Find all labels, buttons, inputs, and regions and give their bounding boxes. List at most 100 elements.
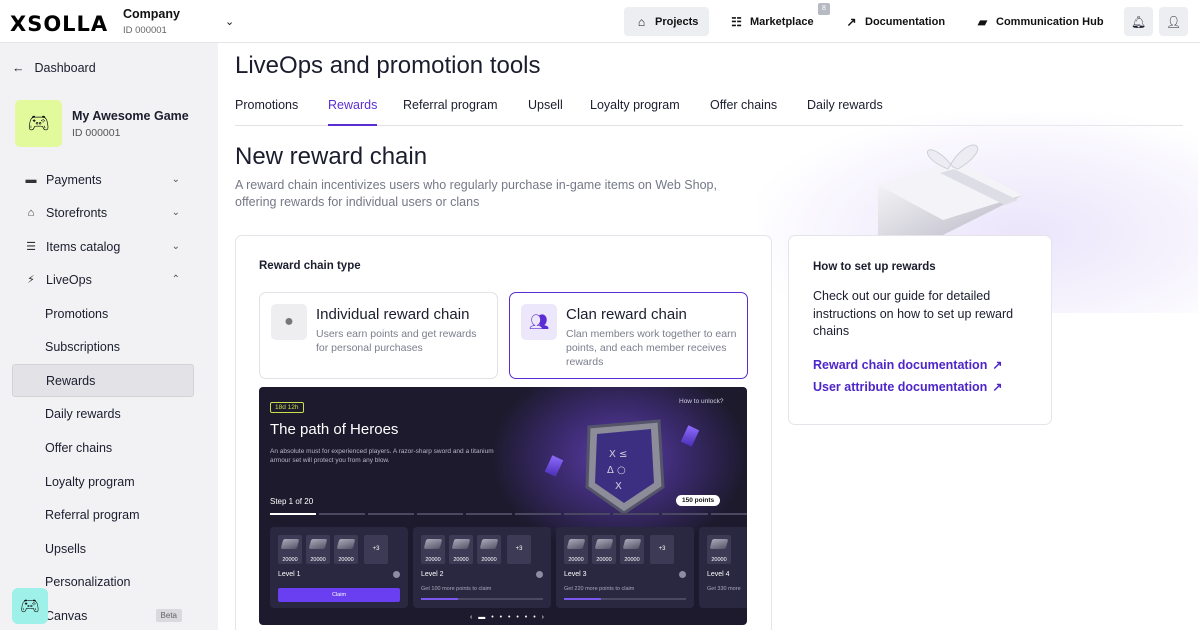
chat-icon: ▰ <box>977 14 988 29</box>
sidebar-item-label: LiveOps <box>46 272 92 287</box>
help-description: Check out our guide for detailed instruc… <box>813 289 1014 338</box>
info-icon[interactable] <box>393 571 400 578</box>
more-rewards: +3 <box>507 535 531 564</box>
back-to-dashboard-link[interactable]: ← Dashboard <box>12 61 96 75</box>
marketplace-button[interactable]: ☷ Marketplace <box>719 7 825 36</box>
user-icon: 👤︎ <box>1165 14 1182 29</box>
reward-slot: 20000 <box>306 535 330 564</box>
sidebar-item-upsells[interactable]: Upsells <box>12 532 194 565</box>
marketplace-badge: 8 <box>818 3 830 15</box>
sidebar-item-subscriptions[interactable]: Subscriptions <box>12 330 194 363</box>
option-description: Users earn points and get rewards for pe… <box>316 328 477 354</box>
tab-promotions[interactable]: Promotions <box>235 98 298 126</box>
sidebar-item-rewards[interactable]: Rewards <box>12 364 194 397</box>
documentation-label: Documentation <box>865 15 946 28</box>
reward-slot: 20000 <box>278 535 302 564</box>
progress-segment <box>368 513 414 515</box>
company-switcher[interactable]: Company ID 000001 ⌄ <box>123 7 243 39</box>
level-name: Level 4 <box>707 571 730 578</box>
progress-segment <box>711 513 747 515</box>
level-name: Level 1 <box>278 571 301 578</box>
reward-slot: 20000 <box>449 535 473 564</box>
communication-hub-label: Communication Hub <box>996 15 1104 28</box>
chevron-down-icon: ⌄ <box>171 241 180 252</box>
sidebar-item-storefronts[interactable]: ⌂ Storefronts ⌄ <box>12 196 194 229</box>
preview-title: The path of Heroes <box>270 421 399 438</box>
how-to-unlock-link[interactable]: How to unlock? <box>679 398 723 405</box>
main-content: LiveOps and promotion tools Promotions R… <box>218 43 1200 630</box>
sidebar-item-promotions[interactable]: Promotions <box>12 297 194 330</box>
individual-reward-chain-option[interactable]: ● Individual reward chain Users earn poi… <box>259 292 498 379</box>
projects-button[interactable]: ⌂ Projects <box>624 7 710 36</box>
sidebar-item-loyalty-program[interactable]: Loyalty program <box>12 465 194 498</box>
section-title: New reward chain <box>235 143 428 170</box>
carousel-pager[interactable]: ‹ ▬ • • • • • • › <box>470 614 546 621</box>
more-rewards: +3 <box>364 535 388 564</box>
assistant-button[interactable]: 🎮︎ <box>12 588 48 624</box>
home-icon: ⌂ <box>637 14 646 29</box>
sword-icon <box>280 539 300 549</box>
profile-button[interactable]: 👤︎ <box>1159 7 1188 36</box>
level-progress-fill <box>421 598 458 600</box>
chevron-down-icon: ⌄ <box>171 174 180 185</box>
sidebar-item-items-catalog[interactable]: ☰ Items catalog ⌄ <box>12 230 194 263</box>
sidebar-item-offer-chains[interactable]: Offer chains <box>12 431 194 464</box>
info-icon[interactable] <box>679 571 686 578</box>
progress-segment <box>515 513 561 515</box>
users-plus-icon: 👥︎ <box>521 304 557 340</box>
level-progress-bar <box>421 598 543 600</box>
game-id: ID 000001 <box>72 127 121 139</box>
reward-amount: 20000 <box>425 557 441 563</box>
sidebar-item-referral-program[interactable]: Referral program <box>12 498 194 531</box>
step-label: Step 1 of 20 <box>270 497 314 506</box>
game-selector[interactable]: 🎮︎ My Awesome Game ID 000001 <box>15 99 200 147</box>
sidebar-item-daily-rewards[interactable]: Daily rewards <box>12 397 194 430</box>
tab-referral-program[interactable]: Referral program <box>403 98 497 126</box>
tab-loyalty-program[interactable]: Loyalty program <box>590 98 680 126</box>
link-label: User attribute documentation <box>813 380 988 394</box>
reward-amount: 20000 <box>624 557 640 563</box>
level-card-3: 20000 20000 20000 +3 Level 3 Get 220 mor… <box>556 527 694 608</box>
reward-amount: 20000 <box>481 557 497 563</box>
help-title: How to set up rewards <box>813 261 936 273</box>
info-icon[interactable] <box>536 571 543 578</box>
claim-button[interactable]: Claim <box>278 588 400 602</box>
svg-text:Δ ○: Δ ○ <box>607 465 626 476</box>
top-bar: XSOLLA Company ID 000001 ⌄ ⌂ Projects ☷ … <box>0 0 1200 43</box>
reward-amount: 20000 <box>310 557 326 563</box>
tab-upsell[interactable]: Upsell <box>528 98 563 126</box>
progress-segment <box>466 513 512 515</box>
level-card-4: 20000 Level 4 Get 330 more <box>699 527 747 608</box>
progress-segment <box>417 513 463 515</box>
clan-reward-chain-option[interactable]: 👥︎ Clan reward chain Clan members work t… <box>509 292 748 379</box>
svg-text:X: X <box>615 481 622 492</box>
reward-amount: 20000 <box>568 557 584 563</box>
notifications-button[interactable]: 🔔︎ <box>1124 7 1153 36</box>
chevron-down-icon: ⌄ <box>171 207 180 218</box>
documentation-button[interactable]: ↗ Documentation <box>834 7 956 36</box>
communication-hub-button[interactable]: ▰ Communication Hub <box>965 7 1115 36</box>
level-progress-note: Get 220 more points to claim <box>564 586 635 592</box>
sidebar-item-label: Items catalog <box>46 239 121 254</box>
user-attribute-documentation-link[interactable]: User attribute documentation ↗ <box>813 380 1002 394</box>
points-badge: 150 points <box>676 495 721 506</box>
arrow-left-icon: ← <box>12 61 25 75</box>
sidebar-item-payments[interactable]: ▬ Payments ⌄ <box>12 163 194 196</box>
reward-chain-documentation-link[interactable]: Reward chain documentation ↗ <box>813 358 1002 372</box>
user-icon: ● <box>271 304 307 340</box>
sword-icon <box>566 539 586 549</box>
tab-rewards[interactable]: Rewards <box>328 98 378 126</box>
reward-slot: 20000 <box>334 535 358 564</box>
level-card-2: 20000 20000 20000 +3 Level 2 Get 100 mor… <box>413 527 551 608</box>
sidebar-item-liveops[interactable]: ⚡︎ LiveOps ⌃ <box>12 263 194 296</box>
xsolla-logo[interactable]: XSOLLA <box>10 12 108 36</box>
reward-chain-preview: 18d 12h How to unlock? The path of Heroe… <box>259 387 747 625</box>
preview-description: An absolute must for experienced players… <box>270 448 494 464</box>
sidebar-item-label: Storefronts <box>46 205 108 220</box>
progress-segment <box>613 513 659 515</box>
dashboard-label: Dashboard <box>34 61 96 75</box>
progress-segment <box>270 513 316 515</box>
sidebar-item-label: Payments <box>46 172 102 187</box>
gift-illustration <box>878 144 1023 235</box>
progress-segment <box>662 513 708 515</box>
